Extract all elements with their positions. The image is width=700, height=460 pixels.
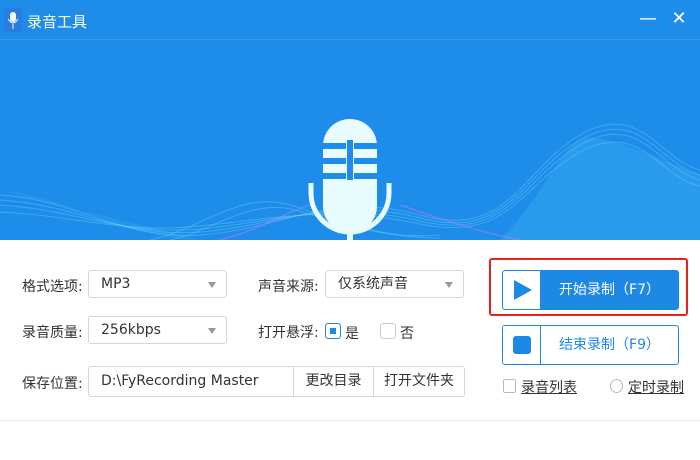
save-path-group: D:\FyRecording Master 更改目录 打开文件夹 [88, 366, 465, 397]
float-yes-label: 是 [345, 326, 359, 342]
format-select[interactable]: MP3 [88, 270, 227, 298]
alarm-clock-icon [610, 379, 623, 393]
minimize-button[interactable]: — [638, 8, 658, 29]
divider [0, 420, 700, 421]
stop-recording-button[interactable]: 结束录制（F9） [502, 325, 679, 365]
scheduled-recording-link[interactable]: 定时录制 [628, 377, 684, 397]
save-label: 保存位置: [22, 376, 83, 392]
quality-select[interactable]: 256kbps [88, 316, 227, 344]
start-recording-button[interactable]: 开始录制（F7） [502, 270, 679, 310]
float-label: 打开悬浮: [258, 325, 319, 341]
quality-value: 256kbps [101, 322, 161, 338]
title-bar: 录音工具 — ✕ [0, 0, 700, 40]
source-label: 声音来源: [258, 279, 319, 295]
float-yes-checkbox[interactable] [325, 323, 341, 339]
quality-label: 录音质量: [22, 325, 83, 341]
stop-recording-label: 结束录制（F9） [559, 337, 660, 353]
save-path-input[interactable]: D:\FyRecording Master [89, 367, 293, 396]
close-button[interactable]: ✕ [669, 8, 689, 29]
hero-banner: 录音工具 — ✕ [0, 0, 700, 240]
recording-list-link[interactable]: 录音列表 [521, 377, 577, 397]
chevron-down-icon [208, 282, 216, 288]
open-folder-button[interactable]: 打开文件夹 [373, 367, 464, 396]
window-title: 录音工具 [27, 13, 88, 31]
float-no-checkbox[interactable] [380, 323, 396, 339]
source-select[interactable]: 仅系统声音 [325, 270, 464, 298]
format-label: 格式选项: [22, 279, 83, 295]
stop-icon [513, 336, 531, 354]
chevron-down-icon [208, 328, 216, 334]
start-recording-label: 开始录制（F7） [559, 282, 660, 298]
chevron-down-icon [445, 282, 453, 288]
app-logo-icon [4, 8, 22, 32]
float-no-label: 否 [400, 326, 414, 342]
play-icon [514, 280, 532, 300]
change-directory-button[interactable]: 更改目录 [293, 367, 373, 396]
format-value: MP3 [101, 276, 131, 292]
source-value: 仅系统声音 [338, 276, 408, 292]
microphone-list-icon [503, 379, 516, 393]
microphone-icon [308, 118, 392, 240]
